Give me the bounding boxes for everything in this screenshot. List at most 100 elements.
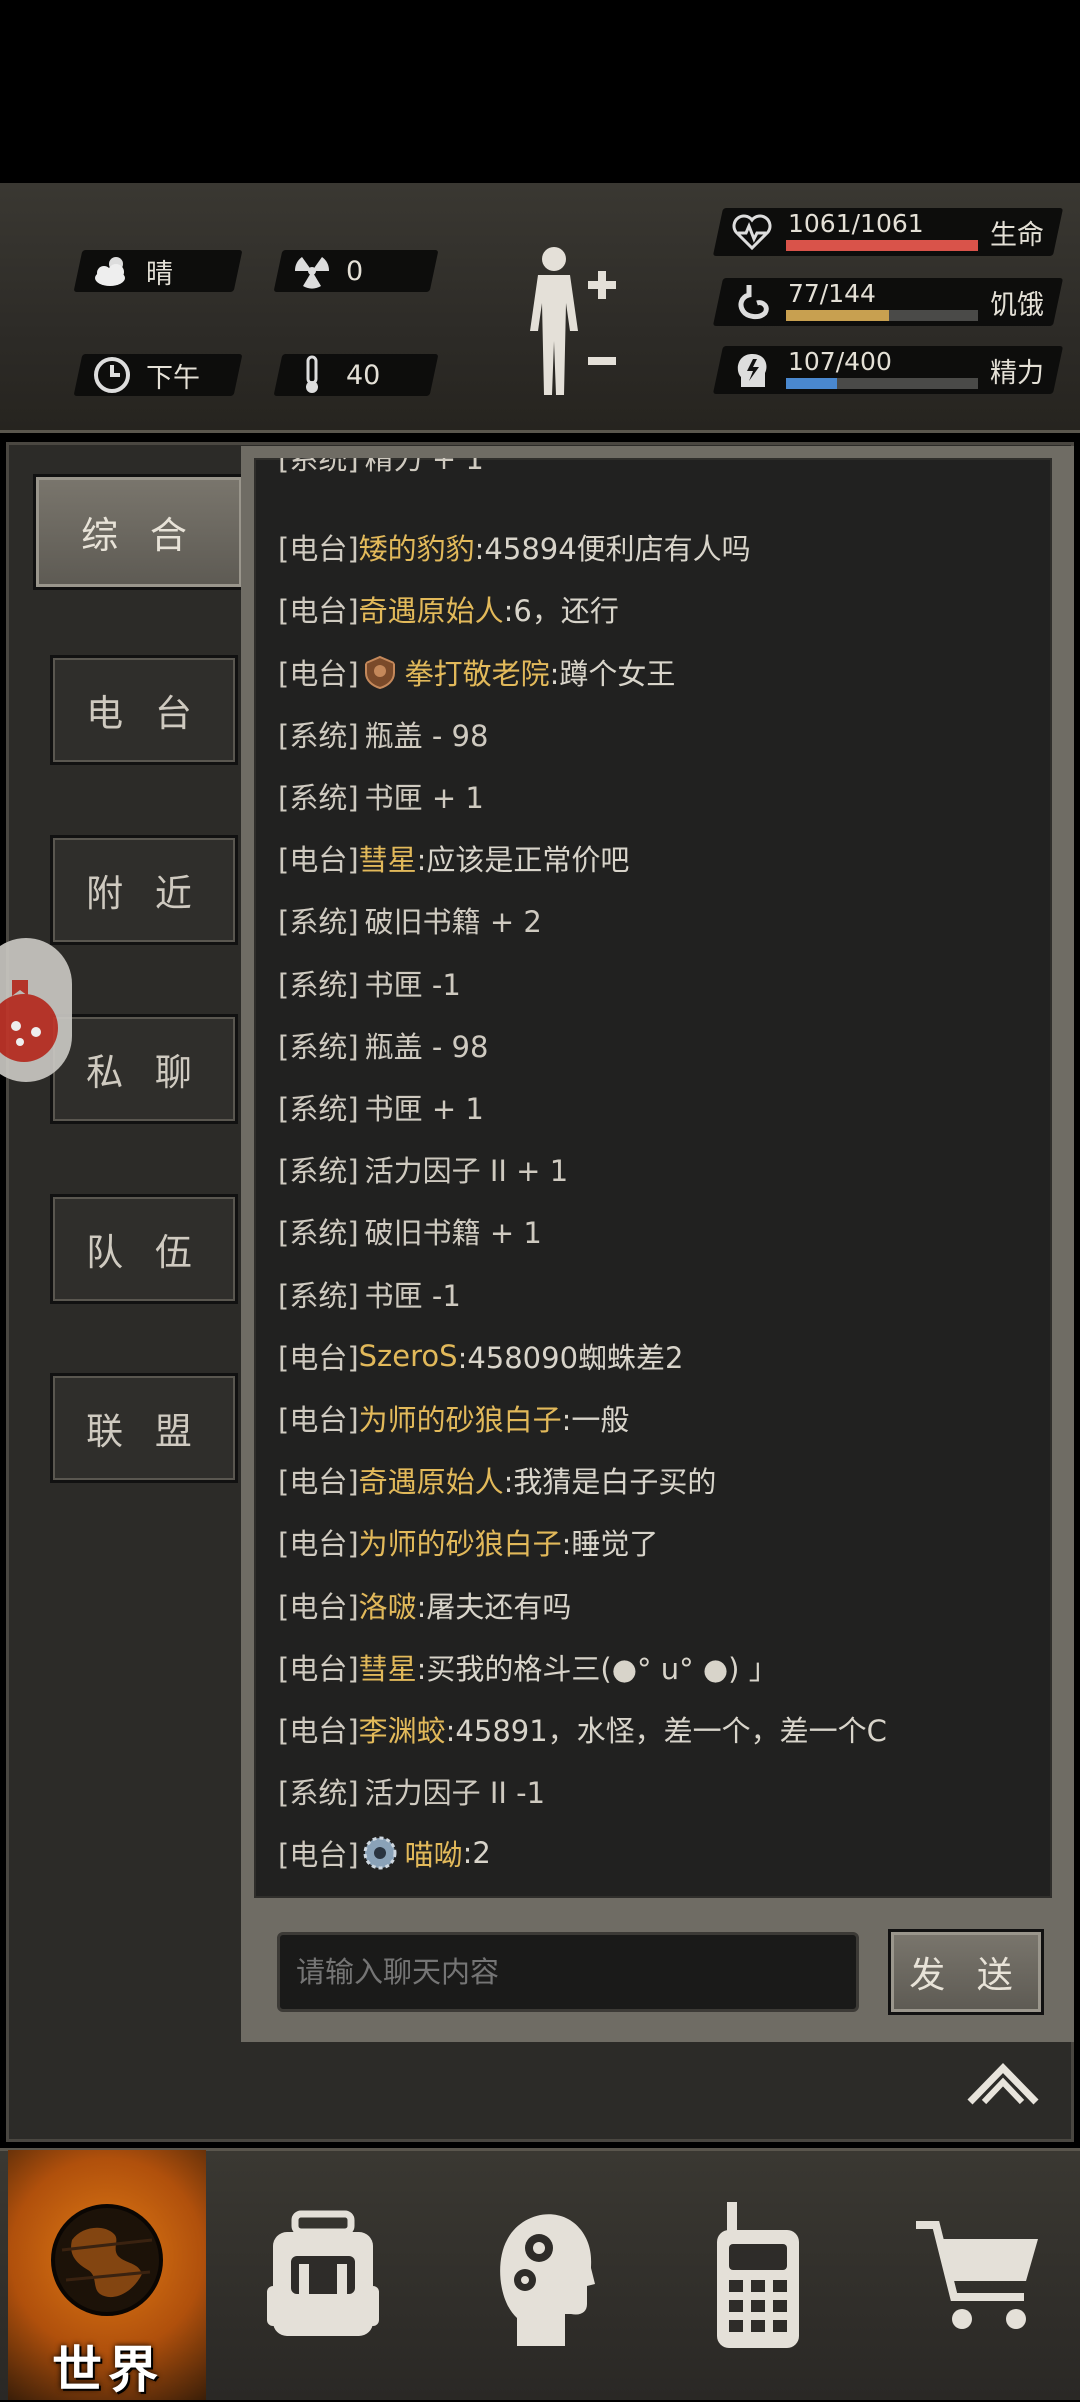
message-channel: [系统] [278,1776,359,1811]
message-username[interactable]: 拳打敬老院 [405,651,550,693]
chat-log[interactable]: [系统] 精力 + 1 [电台] 矮的豹豹:45894便利店有人吗 [电台] 奇遇原始人:… [254,458,1052,1898]
message-text: 书匣 + 1 [364,1092,484,1126]
radiation-value: 0 [346,255,364,287]
message-text: 书匣 -1 [364,1278,461,1313]
hunger-label: 饥饿 [990,290,1044,321]
clock-icon [92,355,132,395]
chat-message: [系统] 书匣 -1 [278,958,461,1008]
chat-message: [电台] 喵呦:2 [278,1828,491,1878]
message-channel: [电台] [278,1527,359,1562]
floating-assistant-bubble[interactable] [0,938,72,1082]
hunger-bar: 77/144 饥饿 [712,278,1064,326]
message-username[interactable]: 彗星 [359,837,417,879]
send-button[interactable]: 发 送 [888,1929,1044,2015]
chat-message: [系统] 书匣 -1 [278,1269,461,1319]
message-channel: [电台] [278,1838,359,1873]
radiation-indicator: 0 [273,250,439,292]
collapse-chevron-up-icon[interactable] [966,2062,1040,2106]
message-channel: [电台] [278,1651,359,1686]
message-channel: [电台] [278,1403,359,1437]
time-indicator: 下午 [73,354,243,396]
chat-message: [电台] 彗星:应该是正常价吧 [278,833,629,883]
message-text: :458090蜘蛛差2 [457,1340,684,1375]
message-channel: [系统] [278,1029,359,1064]
temperature-indicator: 40 [273,354,439,396]
message-username[interactable]: 奇遇原始人 [359,1459,504,1501]
chat-input[interactable] [277,1932,859,2012]
message-channel: [系统] [278,458,359,476]
chat-message: [系统] 破旧书籍 + 1 [278,1206,542,1256]
message-channel: [电台] [278,1465,359,1500]
message-username[interactable]: SzeroS [359,1339,458,1373]
message-username[interactable]: 彗星 [359,1646,417,1688]
message-channel: [电台] [278,656,359,691]
message-channel: [系统] [278,781,359,815]
tab-team[interactable]: 队 伍 [50,1194,238,1304]
nav-shop-button[interactable] [912,2150,1046,2400]
chat-message: [系统] 书匣 + 1 [278,1082,484,1132]
message-username[interactable]: 洛啵 [359,1584,417,1626]
cloud-sun-icon [92,251,132,291]
energy-value: 107/400 [788,347,892,376]
time-of-day-label: 下午 [146,362,200,394]
hunger-value: 77/144 [788,279,876,308]
message-channel: [系统] [278,718,359,753]
message-username[interactable]: 为师的砂狼白子 [359,1397,562,1439]
character-body-button[interactable] [522,245,622,407]
weather-indicator: 晴 [73,250,243,292]
message-channel: [电台] [278,594,359,629]
chat-message: [系统] 精力 + 1 [278,458,484,482]
chat-message: [电台] 奇遇原始人:6，还行 [278,584,619,634]
chat-message: [电台] 彗星:买我的格斗三(●° u° ●) 」 [278,1642,778,1692]
message-text: 活力因子 II -1 [364,1776,546,1811]
message-username[interactable]: 喵呦 [405,1832,463,1874]
tab-private[interactable]: 私 聊 [50,1014,238,1124]
thermometer-icon [292,355,332,395]
chat-message: [系统] 破旧书籍 + 2 [278,895,542,945]
tab-nearby[interactable]: 附 近 [50,835,238,945]
message-username[interactable]: 李渊蛟 [359,1708,446,1750]
message-channel: [系统] [278,1092,359,1126]
health-label: 生命 [990,220,1044,251]
message-channel: [系统] [278,1278,359,1313]
energy-label: 精力 [990,358,1044,389]
gear-avatar-icon[interactable] [363,1836,397,1870]
chat-message: [系统] 瓶盖 - 98 [278,1020,488,1070]
nav-backpack-button[interactable] [258,2150,388,2400]
message-text: :屠夫还有吗 [416,1589,572,1624]
nav-radio-button[interactable] [708,2150,808,2400]
backpack-icon [267,2210,379,2336]
chat-message: [电台] SzeroS:458090蜘蛛差2 [278,1331,684,1381]
nav-skills-button[interactable] [490,2150,600,2400]
stomach-icon [732,282,772,322]
weather-label: 晴 [146,258,173,290]
tab-radio[interactable]: 电 台 [50,655,238,765]
message-channel: [系统] [278,967,359,1002]
radiation-icon [292,251,332,291]
energy-bar: 107/400 精力 [712,346,1064,394]
tab-general[interactable]: 综 合 [33,474,245,590]
hunger-fill [786,310,889,321]
message-username[interactable]: 矮的豹豹 [359,526,475,568]
shield-avatar-icon[interactable] [363,655,397,689]
message-text: :2 [462,1836,491,1871]
chat-message: [电台] 奇遇原始人:我猜是白子买的 [278,1455,716,1505]
chat-message: [系统] 瓶盖 - 98 [278,709,488,759]
message-text: 书匣 -1 [364,967,461,1002]
heart-pulse-icon [732,212,772,252]
chat-message: [电台] 矮的豹豹:45894便利店有人吗 [278,522,751,572]
energy-fill [786,378,838,389]
chat-message: [电台] 洛啵:屠夫还有吗 [278,1580,571,1630]
message-text: :45894便利店有人吗 [474,532,751,567]
health-value: 1061/1061 [788,209,924,238]
energy-head-icon [732,350,772,390]
message-username[interactable]: 为师的砂狼白子 [359,1521,562,1563]
message-username[interactable]: 奇遇原始人 [359,588,504,630]
message-text: :我猜是白子买的 [503,1465,717,1500]
message-channel: [系统] [278,1154,359,1189]
tab-alliance[interactable]: 联 盟 [50,1373,238,1483]
chat-message: [电台] 为师的砂狼白子:睡觉了 [278,1517,658,1567]
message-text: :睡觉了 [561,1527,659,1562]
message-text: 瓶盖 - 98 [364,1029,489,1064]
message-text: 活力因子 II + 1 [364,1154,569,1189]
